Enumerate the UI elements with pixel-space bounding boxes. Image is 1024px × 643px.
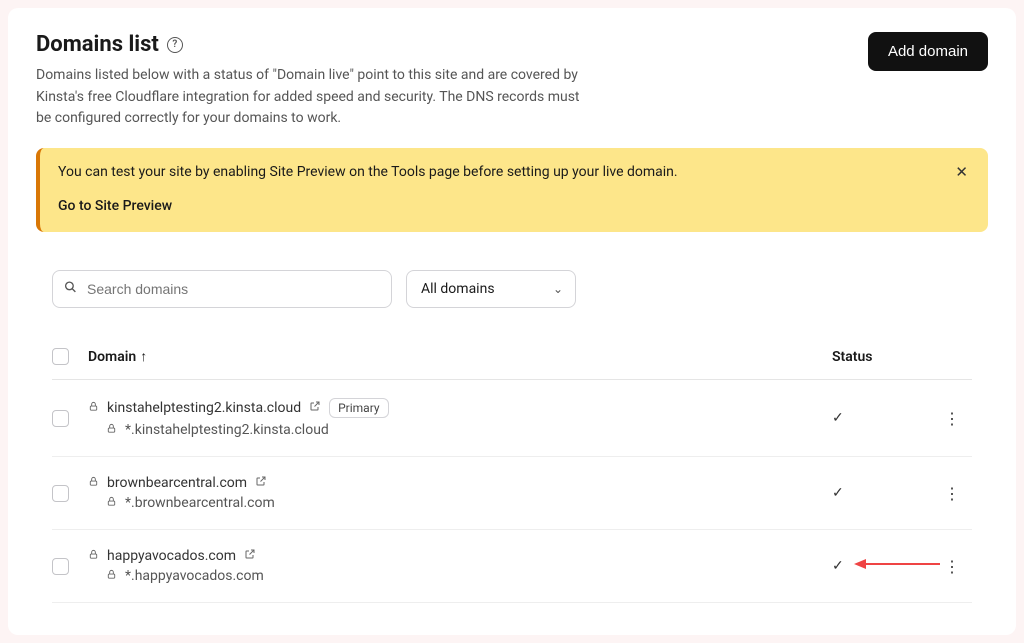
column-domain[interactable]: Domain [88, 349, 136, 365]
primary-badge: Primary [329, 398, 388, 418]
chevron-down-icon: ⌄ [553, 282, 563, 296]
banner-text: You can test your site by enabling Site … [58, 164, 970, 180]
row-checkbox[interactable] [52, 410, 69, 427]
help-icon[interactable]: ? [167, 37, 183, 53]
wildcard-name: *.brownbearcentral.com [125, 495, 275, 511]
table-row: kinstahelptesting2.kinsta.cloud Primary*.… [52, 380, 972, 457]
row-menu-button[interactable]: ⋮ [932, 557, 972, 576]
row-checkbox[interactable] [52, 558, 69, 575]
domain-name: brownbearcentral.com [107, 475, 247, 491]
annotation-arrow [854, 558, 940, 574]
column-status[interactable]: Status [832, 349, 932, 365]
lock-icon [106, 423, 117, 437]
external-link-icon[interactable] [309, 400, 321, 416]
row-checkbox[interactable] [52, 485, 69, 502]
lock-icon [88, 401, 99, 415]
page-description: Domains listed below with a status of "D… [36, 65, 596, 130]
lock-icon [106, 496, 117, 510]
lock-icon [88, 549, 99, 563]
filter-selected: All domains [421, 281, 495, 297]
table-row: brownbearcentral.com *.brownbearcentral.c… [52, 457, 972, 530]
external-link-icon[interactable] [244, 548, 256, 564]
sort-asc-icon: ↑ [140, 348, 147, 365]
row-menu-button[interactable]: ⋮ [932, 484, 972, 503]
external-link-icon[interactable] [255, 475, 267, 491]
search-input[interactable] [52, 270, 392, 308]
wildcard-name: *.happyavocados.com [125, 568, 264, 584]
close-icon[interactable]: ✕ [949, 162, 974, 182]
row-menu-button[interactable]: ⋮ [932, 409, 972, 428]
preview-banner: You can test your site by enabling Site … [36, 148, 988, 232]
add-domain-button[interactable]: Add domain [868, 32, 988, 71]
page-title: Domains list [36, 32, 159, 57]
status-check-icon: ✓ [832, 558, 844, 574]
banner-link[interactable]: Go to Site Preview [58, 198, 970, 214]
lock-icon [106, 569, 117, 583]
table-row: happyavocados.com *.happyavocados.com ✓ ⋮ [52, 530, 972, 603]
wildcard-name: *.kinstahelptesting2.kinsta.cloud [125, 422, 329, 438]
domain-name: kinstahelptesting2.kinsta.cloud [107, 400, 301, 416]
search-icon [64, 281, 77, 298]
status-check-icon: ✓ [832, 485, 844, 501]
filter-select[interactable]: All domains ⌄ [406, 270, 576, 308]
select-all-checkbox[interactable] [52, 348, 69, 365]
search-input-wrap [52, 270, 392, 308]
status-check-icon: ✓ [832, 410, 844, 426]
domain-name: happyavocados.com [107, 548, 236, 564]
lock-icon [88, 476, 99, 490]
